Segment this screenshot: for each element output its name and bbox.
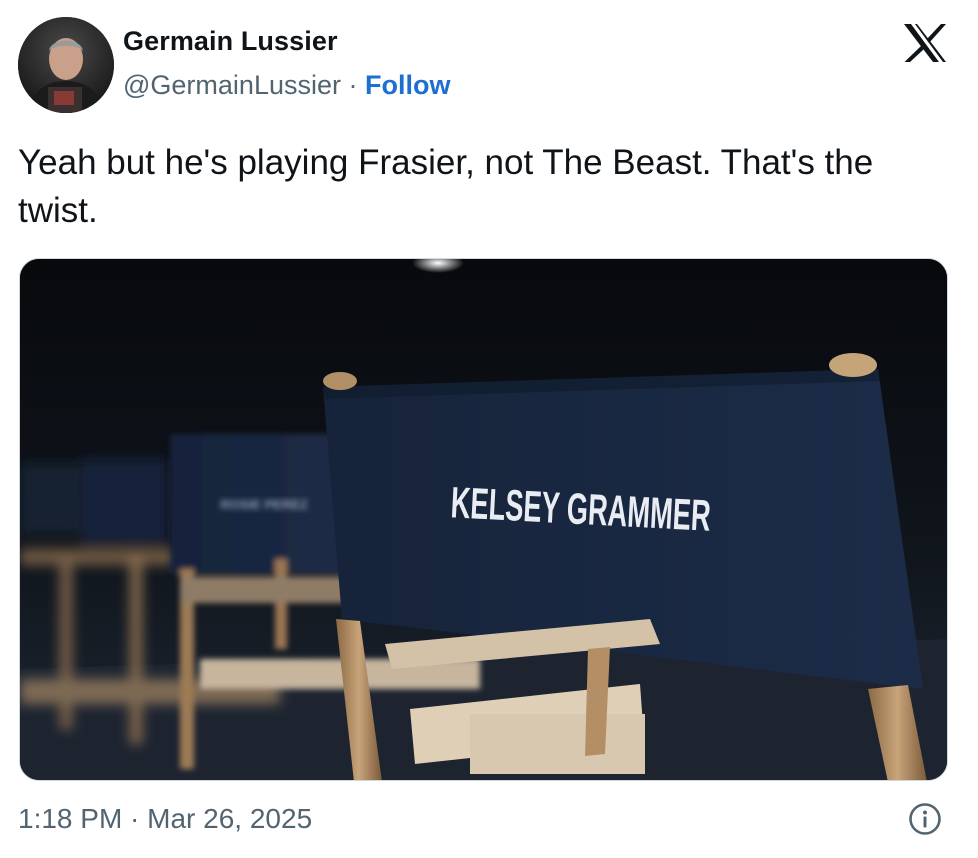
tweet-timestamp[interactable]: 1:18 PM · Mar 26, 2025 <box>18 803 312 835</box>
x-logo-icon[interactable] <box>902 22 948 64</box>
info-icon[interactable] <box>908 802 942 836</box>
tweet-text: Yeah but he's playing Frasier, not The B… <box>18 143 874 230</box>
second-chair-label: ROSIE PEREZ <box>220 497 307 512</box>
author-avatar[interactable] <box>18 17 114 113</box>
tweet-media-image[interactable]: ROSIE PEREZ KELSEY GRAMMER <box>19 258 948 781</box>
author-handle-row: @GermainLussier · Follow <box>123 70 451 101</box>
author-display-name[interactable]: Germain Lussier <box>123 26 338 57</box>
follow-button[interactable]: Follow <box>365 70 450 100</box>
handle-separator: · <box>348 70 358 100</box>
author-handle[interactable]: @GermainLussier <box>123 70 341 100</box>
